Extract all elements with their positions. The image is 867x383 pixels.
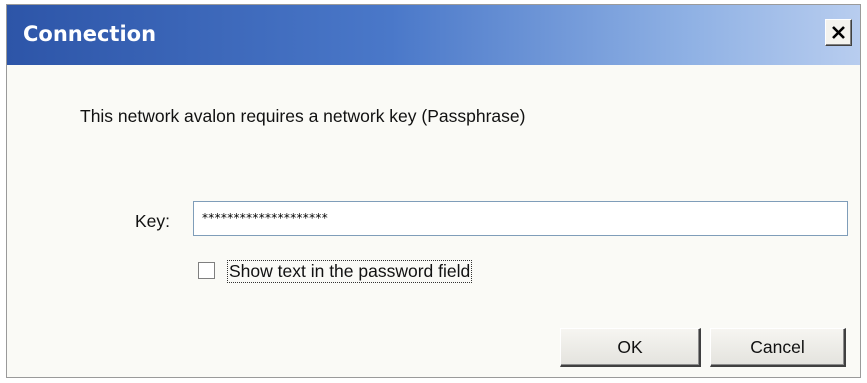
key-password-field[interactable]: ******************** (193, 201, 848, 236)
show-text-label[interactable]: Show text in the password field (227, 260, 473, 283)
network-key-message: This network avalon requires a network k… (80, 106, 526, 126)
connection-dialog: Connection This network avalon requires … (6, 4, 861, 378)
title-bar[interactable]: Connection (7, 5, 860, 65)
close-icon (832, 26, 845, 39)
cancel-button[interactable]: Cancel (710, 328, 846, 367)
close-button[interactable] (825, 19, 852, 46)
ok-button[interactable]: OK (560, 328, 701, 367)
dialog-title: Connection (23, 22, 157, 46)
key-label: Key: (135, 211, 171, 231)
show-text-checkbox[interactable] (198, 262, 215, 279)
